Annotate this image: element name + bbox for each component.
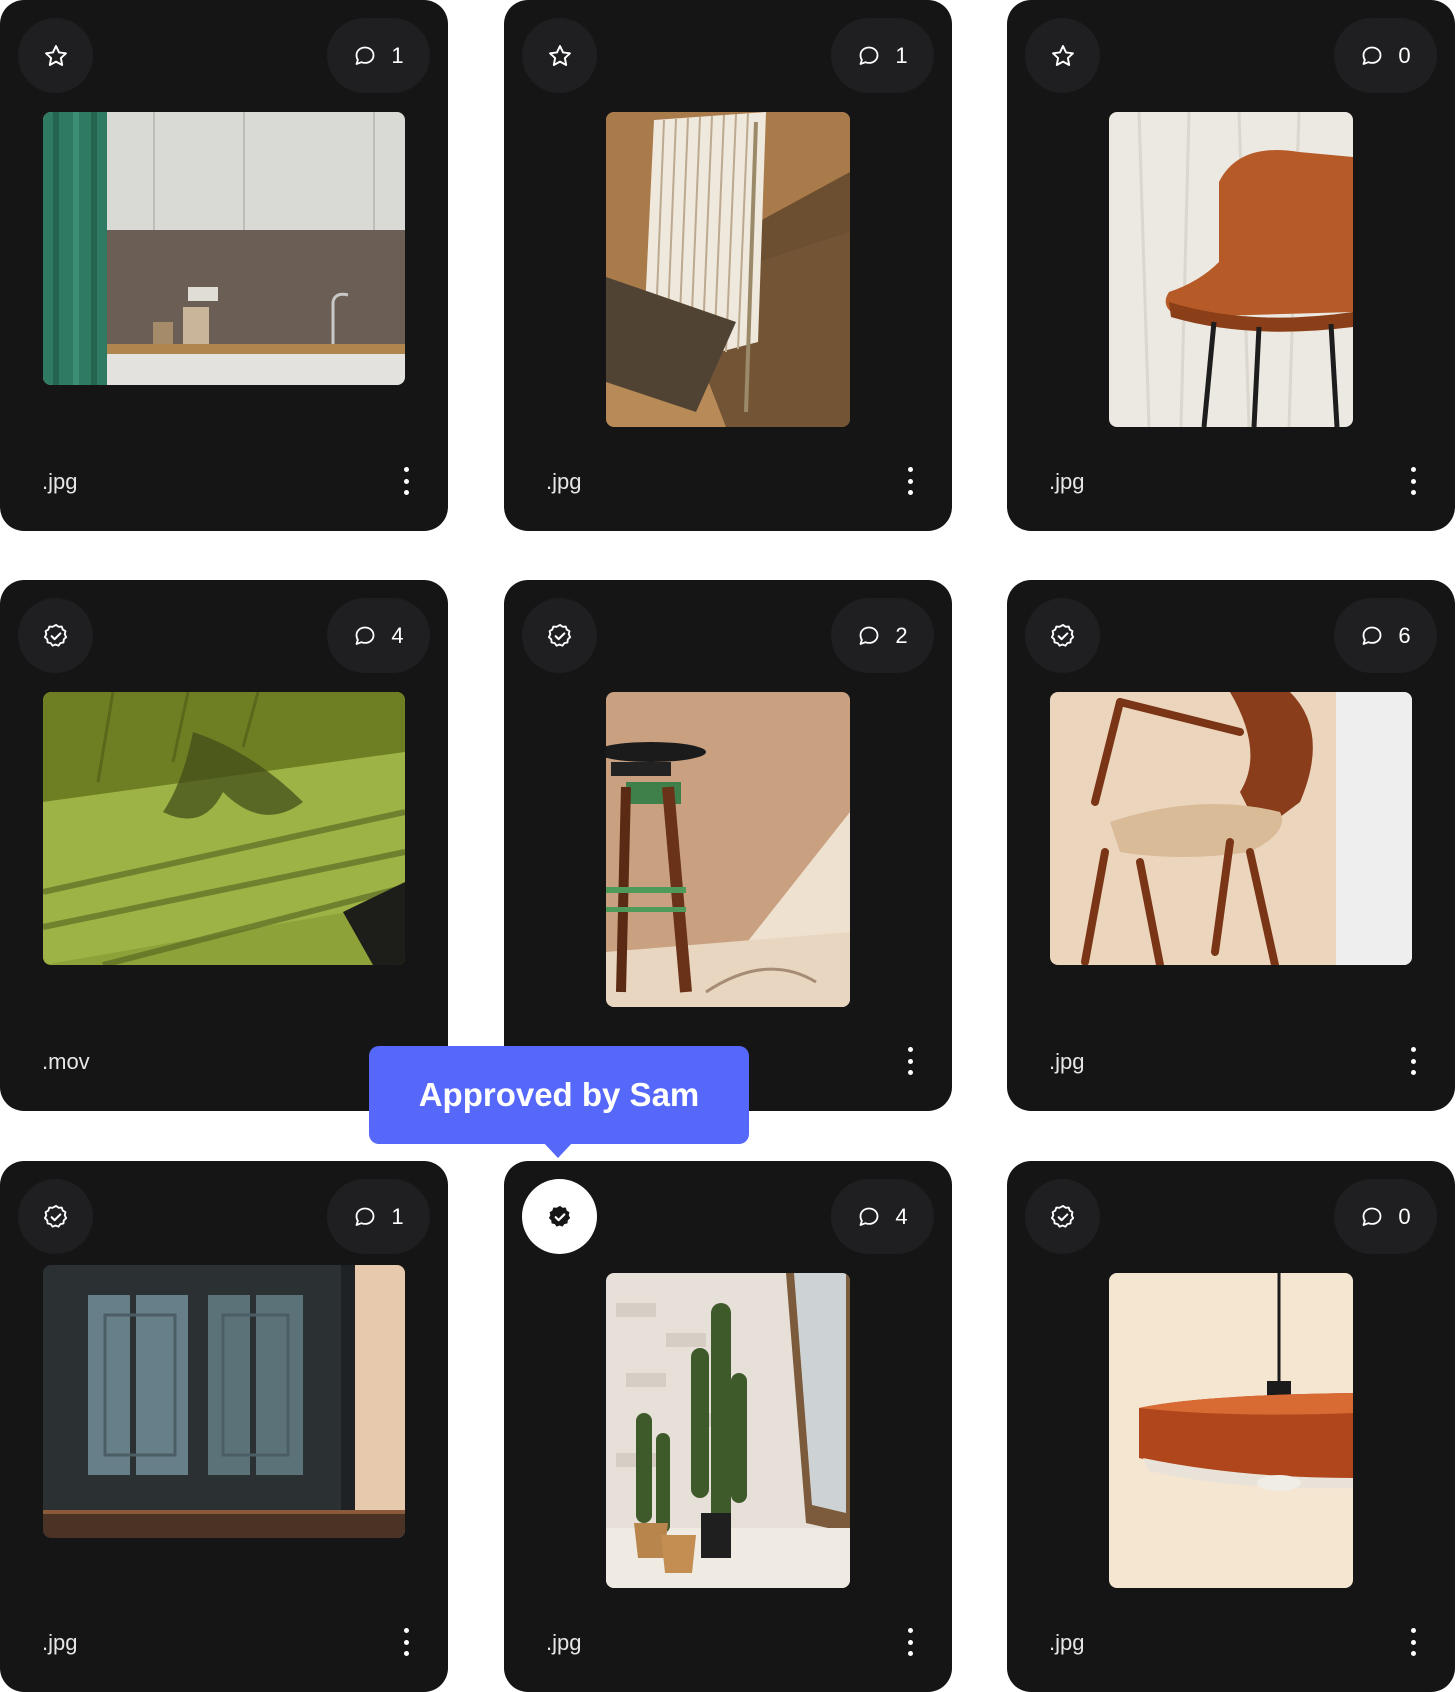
comment-count: 0: [1398, 1203, 1411, 1229]
star-icon: [548, 44, 571, 66]
bar-stool-photo[interactable]: [606, 692, 850, 1007]
file-extension: .jpg: [1049, 1630, 1085, 1655]
more-options-button[interactable]: [1401, 1047, 1425, 1075]
approved-badge-icon: [1050, 623, 1074, 647]
asset-card[interactable]: 1 .jpg: [504, 0, 952, 531]
asset-card[interactable]: 4 .mov: [0, 580, 448, 1111]
approved-badge-filled-icon: [548, 1205, 570, 1227]
comment-count: 6: [1398, 622, 1411, 648]
file-extension: .jpg: [42, 1630, 78, 1655]
comments-button[interactable]: 1: [327, 1179, 430, 1254]
asset-card[interactable]: 1 .jpg: [0, 0, 448, 531]
asset-card[interactable]: 6 .jpg: [1007, 580, 1455, 1111]
approved-badge-icon: [43, 1204, 67, 1228]
comments-button[interactable]: 6: [1334, 598, 1437, 673]
wooden-armchair-photo[interactable]: [1050, 692, 1412, 965]
asset-card[interactable]: 0 .jpg: [1007, 0, 1455, 531]
more-options-button[interactable]: [394, 1628, 418, 1656]
comments-button[interactable]: 0: [1334, 18, 1437, 93]
star-icon: [44, 44, 67, 66]
comment-icon: [859, 626, 879, 645]
comments-button[interactable]: 1: [327, 18, 430, 93]
more-options-button[interactable]: [898, 467, 922, 495]
approve-button[interactable]: [1025, 1179, 1100, 1254]
approve-button[interactable]: [18, 598, 93, 673]
more-options-button[interactable]: [1401, 1628, 1425, 1656]
comment-count: 1: [391, 1203, 404, 1229]
file-extension: .jpg: [1049, 469, 1085, 494]
kitchen-photo[interactable]: [43, 112, 405, 385]
favorite-button[interactable]: [18, 18, 93, 93]
comment-count: 4: [391, 622, 404, 648]
comments-button[interactable]: 1: [831, 18, 934, 93]
approved-badge-icon: [547, 623, 571, 647]
dark-door-photo[interactable]: [43, 1265, 405, 1538]
file-extension: .jpg: [1049, 1049, 1085, 1074]
asset-card[interactable]: 4 .jpg: [504, 1161, 952, 1692]
more-options-button[interactable]: [898, 1628, 922, 1656]
approve-button[interactable]: [1025, 598, 1100, 673]
file-extension: .mov: [42, 1049, 90, 1074]
comment-count: 1: [895, 42, 908, 68]
approved-badge-icon: [43, 623, 67, 647]
approval-tooltip-text: Approved by Sam: [418, 1076, 700, 1113]
comments-button[interactable]: 4: [831, 1179, 934, 1254]
favorite-button[interactable]: [1025, 18, 1100, 93]
asset-card[interactable]: 2: [504, 580, 952, 1111]
pendant-lamp-photo[interactable]: [1109, 1273, 1353, 1588]
cactus-photo[interactable]: [606, 1273, 850, 1588]
file-extension: .jpg: [42, 469, 78, 494]
comment-icon: [355, 1207, 375, 1226]
comment-icon: [859, 46, 879, 65]
tooltip-arrow: [543, 1142, 573, 1158]
asset-grid: 1 .jpg 1 .jpg 0 .jpg 4 .mov 2 6 .jpg 1 .…: [0, 0, 1456, 1692]
approve-button[interactable]: [522, 598, 597, 673]
comment-count: 4: [895, 1203, 908, 1229]
comment-icon: [1362, 626, 1382, 645]
leather-stool-photo[interactable]: [1109, 112, 1353, 427]
star-icon: [1051, 44, 1074, 66]
green-sofa-photo[interactable]: [43, 692, 405, 965]
approved-badge-icon: [1050, 1204, 1074, 1228]
comment-icon: [1362, 46, 1382, 65]
favorite-button[interactable]: [522, 18, 597, 93]
more-options-button[interactable]: [394, 467, 418, 495]
approval-tooltip: Approved by Sam: [369, 1046, 749, 1144]
comments-button[interactable]: 4: [327, 598, 430, 673]
rope-chair-photo[interactable]: [606, 112, 850, 427]
comment-count: 1: [391, 42, 404, 68]
more-options-button[interactable]: [1401, 467, 1425, 495]
file-extension: .jpg: [546, 469, 582, 494]
comment-count: 2: [895, 622, 908, 648]
approve-button-active[interactable]: [522, 1179, 597, 1254]
more-options-button[interactable]: [898, 1047, 922, 1075]
comment-count: 0: [1398, 42, 1411, 68]
comments-button[interactable]: 0: [1334, 1179, 1437, 1254]
comment-icon: [859, 1207, 879, 1226]
file-extension: .jpg: [546, 1630, 582, 1655]
comment-icon: [1362, 1207, 1382, 1226]
asset-card[interactable]: 1 .jpg: [0, 1161, 448, 1692]
comment-icon: [355, 626, 375, 645]
comment-icon: [355, 46, 375, 65]
comments-button[interactable]: 2: [831, 598, 934, 673]
asset-card[interactable]: 0 .jpg: [1007, 1161, 1455, 1692]
approve-button[interactable]: [18, 1179, 93, 1254]
